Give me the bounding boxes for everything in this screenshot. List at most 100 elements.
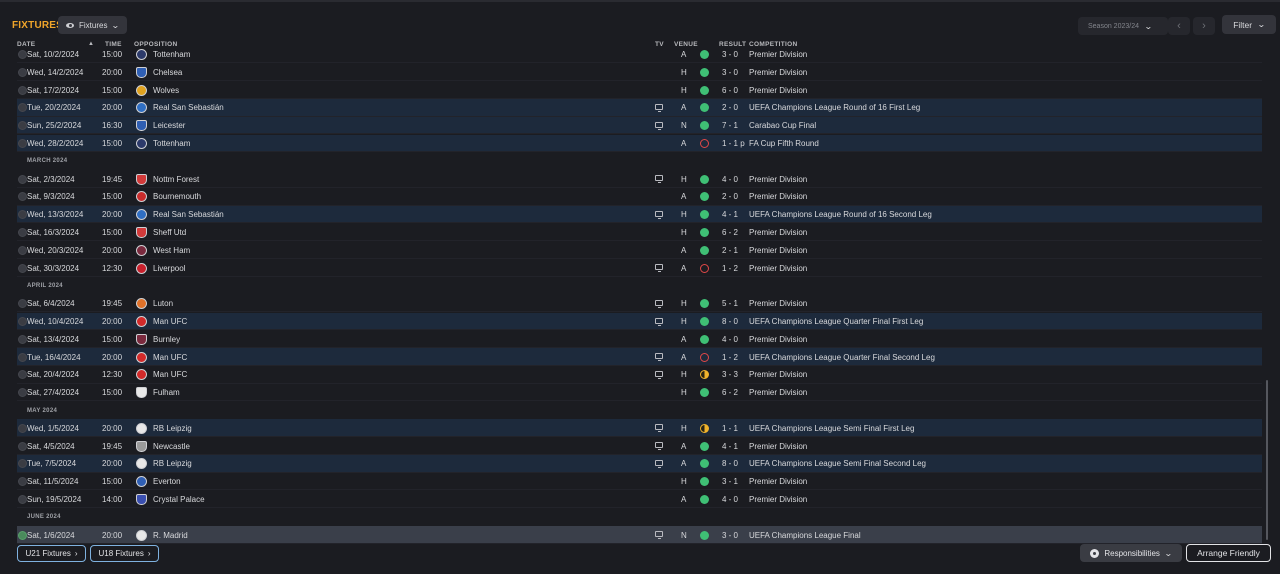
opposition-name[interactable]: Real San Sebastián bbox=[153, 210, 224, 219]
fixture-row[interactable]: Wed, 14/2/2024 20:00 Chelsea H 3 - 0 Premier … bbox=[17, 63, 1262, 82]
result-score[interactable]: 3 - 1 bbox=[722, 477, 738, 486]
fixture-row[interactable]: Sat, 1/6/2024 20:00 R. Madrid N 3 - 0 UEFA Ch… bbox=[17, 526, 1262, 544]
competition-name[interactable]: Premier Division bbox=[749, 335, 807, 344]
result-score[interactable]: 6 - 2 bbox=[722, 228, 738, 237]
fixture-row[interactable]: Sat, 6/4/2024 19:45 Luton H 5 - 1 Premier Div… bbox=[17, 295, 1262, 313]
status-dot-icon[interactable] bbox=[18, 67, 27, 77]
result-score[interactable]: 2 - 0 bbox=[722, 103, 738, 112]
fixture-row[interactable]: Sat, 10/2/2024 15:00 Tottenham A 3 - 0 Premie… bbox=[17, 46, 1262, 64]
opposition-name[interactable]: Crystal Palace bbox=[153, 495, 205, 504]
fixture-row[interactable]: Tue, 7/5/2024 20:00 RB Leipzig A 8 - 0 UEFA C… bbox=[17, 454, 1262, 473]
fixture-row[interactable]: Sat, 17/2/2024 15:00 Wolves H 6 - 0 Premier D… bbox=[17, 81, 1262, 99]
competition-name[interactable]: Premier Division bbox=[749, 264, 807, 273]
status-dot-icon[interactable] bbox=[18, 388, 27, 398]
fixture-row[interactable]: Sat, 9/3/2024 15:00 Bournemouth A 2 - 0 Premi… bbox=[17, 188, 1262, 206]
result-score[interactable]: 1 - 2 bbox=[722, 353, 738, 362]
u18-fixtures-button[interactable]: U18 Fixtures › bbox=[90, 545, 159, 562]
season-dropdown[interactable]: Season 2023/24 ⌄ bbox=[1078, 17, 1168, 35]
competition-name[interactable]: Premier Division bbox=[749, 175, 807, 184]
opposition-name[interactable]: Bournemouth bbox=[153, 192, 201, 201]
status-dot-icon[interactable] bbox=[18, 263, 27, 273]
status-dot-icon[interactable] bbox=[18, 441, 27, 451]
competition-name[interactable]: Premier Division bbox=[749, 388, 807, 397]
competition-name[interactable]: UEFA Champions League Quarter Final Seco… bbox=[749, 353, 935, 362]
responsibilities-button[interactable]: Responsibilities ⌄ bbox=[1080, 544, 1182, 562]
result-score[interactable]: 5 - 1 bbox=[722, 299, 738, 308]
status-dot-icon[interactable] bbox=[18, 530, 27, 540]
status-dot-icon[interactable] bbox=[18, 495, 27, 504]
opposition-name[interactable]: Newcastle bbox=[153, 442, 190, 451]
competition-name[interactable]: FA Cup Fifth Round bbox=[749, 139, 819, 148]
competition-name[interactable]: UEFA Champions League Final bbox=[749, 531, 861, 540]
opposition-name[interactable]: Liverpool bbox=[153, 264, 185, 273]
opposition-name[interactable]: Real San Sebastián bbox=[153, 103, 224, 112]
opposition-name[interactable]: Luton bbox=[153, 299, 173, 308]
fixture-row[interactable]: Sat, 4/5/2024 19:45 Newcastle A 4 - 1 Premier… bbox=[17, 437, 1262, 455]
arrange-friendly-button[interactable]: Arrange Friendly bbox=[1186, 544, 1271, 562]
fixture-row[interactable]: Sat, 27/4/2024 15:00 Fulham H 6 - 2 Premier D… bbox=[17, 384, 1262, 402]
competition-name[interactable]: Premier Division bbox=[749, 228, 807, 237]
fixture-row[interactable]: Sat, 11/5/2024 15:00 Everton H 3 - 1 Premier … bbox=[17, 473, 1262, 491]
competition-name[interactable]: UEFA Champions League Semi Final First L… bbox=[749, 424, 914, 433]
opposition-name[interactable]: RB Leipzig bbox=[153, 459, 192, 468]
result-score[interactable]: 1 - 2 bbox=[722, 264, 738, 273]
fixture-row[interactable]: Wed, 1/5/2024 20:00 RB Leipzig H 1 - 1 UEFA C… bbox=[17, 419, 1262, 438]
competition-name[interactable]: UEFA Champions League Round of 16 First … bbox=[749, 103, 920, 112]
opposition-name[interactable]: Chelsea bbox=[153, 68, 182, 77]
competition-name[interactable]: Premier Division bbox=[749, 68, 807, 77]
competition-name[interactable]: UEFA Champions League Quarter Final Firs… bbox=[749, 317, 923, 326]
status-dot-icon[interactable] bbox=[18, 50, 27, 59]
filter-button[interactable]: Filter ⌄ bbox=[1222, 15, 1276, 34]
prev-season-button[interactable]: ‹ bbox=[1168, 17, 1190, 35]
result-score[interactable]: 2 - 0 bbox=[722, 192, 738, 201]
next-season-button[interactable]: › bbox=[1193, 17, 1215, 35]
result-score[interactable]: 4 - 0 bbox=[722, 175, 738, 184]
status-dot-icon[interactable] bbox=[18, 299, 27, 309]
result-score[interactable]: 4 - 0 bbox=[722, 335, 738, 344]
result-score[interactable]: 6 - 0 bbox=[722, 86, 738, 95]
result-score[interactable]: 4 - 1 bbox=[722, 442, 738, 451]
result-score[interactable]: 3 - 0 bbox=[722, 68, 738, 77]
opposition-name[interactable]: Wolves bbox=[153, 86, 179, 95]
status-dot-icon[interactable] bbox=[18, 423, 27, 433]
status-dot-icon[interactable] bbox=[18, 370, 27, 380]
status-dot-icon[interactable] bbox=[18, 85, 27, 95]
status-dot-icon[interactable] bbox=[18, 477, 27, 487]
opposition-name[interactable]: Tottenham bbox=[153, 50, 190, 59]
status-dot-icon[interactable] bbox=[18, 174, 27, 184]
opposition-name[interactable]: Sheff Utd bbox=[153, 228, 186, 237]
status-dot-icon[interactable] bbox=[18, 459, 27, 469]
opposition-name[interactable]: Fulham bbox=[153, 388, 180, 397]
status-dot-icon[interactable] bbox=[18, 334, 27, 344]
opposition-name[interactable]: RB Leipzig bbox=[153, 424, 192, 433]
opposition-name[interactable]: Tottenham bbox=[153, 139, 190, 148]
scrollbar[interactable] bbox=[1266, 380, 1268, 540]
result-score[interactable]: 4 - 1 bbox=[722, 210, 738, 219]
opposition-name[interactable]: Man UFC bbox=[153, 353, 187, 362]
opposition-name[interactable]: R. Madrid bbox=[153, 531, 188, 540]
result-score[interactable]: 8 - 0 bbox=[722, 317, 738, 326]
fixture-row[interactable]: Sat, 2/3/2024 19:45 Nottm Forest H 4 - 0 Prem… bbox=[17, 170, 1262, 188]
view-dropdown[interactable]: Fixtures ⌄ bbox=[58, 16, 128, 34]
result-score[interactable]: 6 - 2 bbox=[722, 388, 738, 397]
result-score[interactable]: 4 - 0 bbox=[722, 495, 738, 504]
fixture-row[interactable]: Tue, 20/2/2024 20:00 Real San Sebastián A 2 … bbox=[17, 98, 1262, 117]
fixture-row[interactable]: Wed, 28/2/2024 15:00 Tottenham A 1 - 1 p FA C… bbox=[17, 134, 1262, 153]
status-dot-icon[interactable] bbox=[18, 317, 27, 326]
opposition-name[interactable]: Man UFC bbox=[153, 317, 187, 326]
result-score[interactable]: 2 - 1 bbox=[722, 246, 738, 255]
fixture-row[interactable]: Sun, 19/5/2024 14:00 Crystal Palace A 4 - 0 P… bbox=[17, 491, 1262, 509]
opposition-name[interactable]: Leicester bbox=[153, 121, 185, 130]
competition-name[interactable]: UEFA Champions League Semi Final Second … bbox=[749, 459, 926, 468]
competition-name[interactable]: Premier Division bbox=[749, 246, 807, 255]
competition-name[interactable]: Premier Division bbox=[749, 50, 807, 59]
status-dot-icon[interactable] bbox=[18, 139, 27, 148]
opposition-name[interactable]: Burnley bbox=[153, 335, 180, 344]
result-score[interactable]: 1 - 1 p bbox=[722, 139, 745, 148]
fixture-row[interactable]: Wed, 20/3/2024 20:00 West Ham A 2 - 1 Premier… bbox=[17, 241, 1262, 260]
fixture-row[interactable]: Sat, 20/4/2024 12:30 Man UFC H 3 - 3 Premier … bbox=[17, 366, 1262, 384]
u21-fixtures-button[interactable]: U21 Fixtures › bbox=[17, 545, 86, 562]
result-score[interactable]: 7 - 1 bbox=[722, 121, 738, 130]
status-dot-icon[interactable] bbox=[18, 245, 27, 255]
competition-name[interactable]: Premier Division bbox=[749, 477, 807, 486]
